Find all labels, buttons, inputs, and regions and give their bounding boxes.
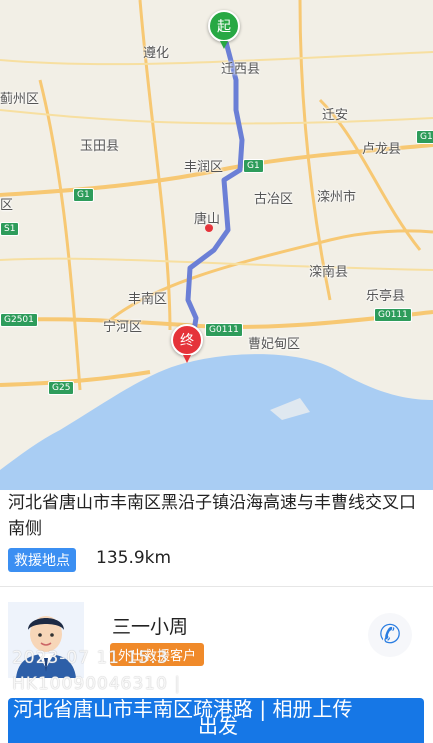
place-label: 宁河区 [103, 320, 143, 335]
phone-icon: ✆ [379, 620, 401, 650]
place-label: 卢龙县 [362, 142, 402, 157]
call-button[interactable]: ✆ [368, 613, 412, 657]
place-label: 滦州市 [317, 190, 357, 205]
place-label: 曹妃甸区 [248, 337, 301, 352]
place-label: 迁西县 [221, 62, 261, 77]
highway-shield: G2501 [0, 313, 38, 327]
place-label: 丰润区 [184, 160, 224, 175]
watermark-id: HK10090046310 | [12, 674, 182, 694]
route-map[interactable]: 迁西县 遵化 蓟州区 迁安 玉田县 丰润区 卢龙县 古冶区 滦州市 唐山 滦南县… [0, 0, 433, 500]
end-marker[interactable]: 终 [171, 324, 203, 356]
depart-button-label: 出发 [198, 714, 238, 738]
place-label: 遵化 [143, 46, 170, 61]
place-label: 丰南区 [128, 292, 168, 307]
driver-name: 三一小周 [112, 616, 189, 638]
place-label: 乐亭县 [366, 289, 406, 304]
start-marker[interactable]: 起 [208, 10, 240, 42]
watermark-timestamp: 2023-07 11 15:3 [12, 648, 169, 668]
place-label: 古冶区 [254, 192, 294, 207]
start-marker-tail [220, 41, 228, 49]
distance-value: 135.9km [96, 548, 172, 568]
highway-shield: G1 [73, 188, 94, 202]
rescue-location-tag: 救援地点 [8, 548, 76, 572]
highway-shield: S1 [0, 222, 20, 236]
place-label: 区 [0, 198, 14, 213]
divider [0, 586, 433, 587]
place-label: 蓟州区 [0, 92, 40, 107]
rescue-address: 河北省唐山市丰南区黑沿子镇沿海高速与丰曹线交叉口南侧 [8, 493, 416, 539]
depart-button[interactable]: 河北省唐山市丰南区疏港路 | 相册上传 出发 [8, 698, 424, 743]
place-label: 迁安 [322, 108, 349, 123]
highway-shield: G0111 [374, 308, 412, 322]
highway-shield: G1 [416, 130, 433, 144]
place-label: 滦南县 [309, 265, 349, 280]
map-canvas [0, 0, 433, 500]
place-label: 玉田县 [80, 139, 120, 154]
highway-shield: G1 [243, 159, 264, 173]
highway-shield: G0111 [205, 323, 243, 337]
highway-shield: G25 [48, 381, 75, 395]
end-marker-tail [183, 355, 191, 363]
place-label: 唐山 [194, 212, 221, 227]
